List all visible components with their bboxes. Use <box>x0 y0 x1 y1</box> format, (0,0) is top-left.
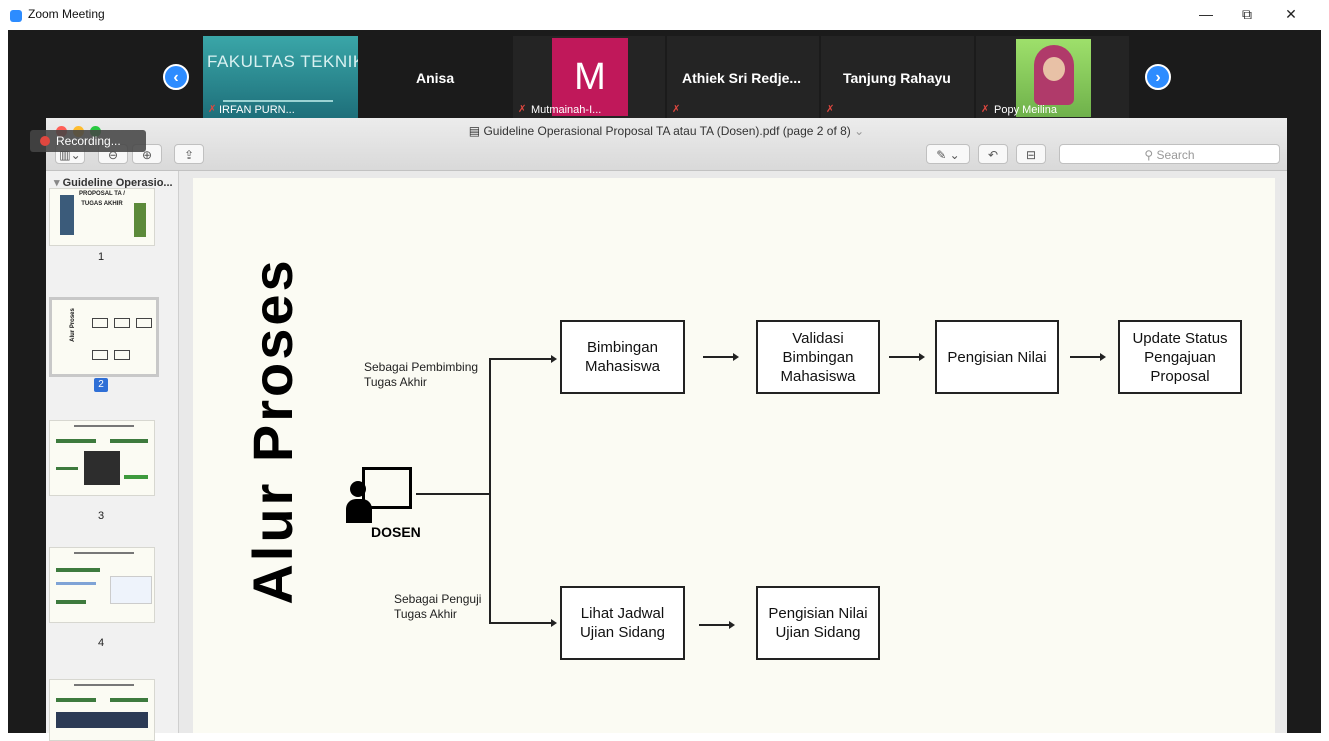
thumb-box <box>92 350 108 360</box>
branch-label-top: Sebagai Pembimbing Tugas Akhir <box>364 360 479 389</box>
page-thumbnail-2[interactable]: Alur Proses <box>49 297 159 377</box>
participant-name: Anisa <box>416 70 455 86</box>
flow-box-lihat-jadwal: Lihat Jadwal Ujian Sidang <box>560 586 685 660</box>
arrow <box>489 619 557 627</box>
teacher-presentation-icon <box>346 465 416 525</box>
pdf-file-icon: ▤ <box>468 124 484 138</box>
participant-name: IRFAN PURN... <box>219 104 295 116</box>
thumb-screenshot <box>84 451 120 485</box>
participant-tile-irfan[interactable]: FAKULTAS TEKNIK ✗ IRFAN PURN... <box>203 36 358 118</box>
person-head <box>350 481 366 497</box>
recording-dot-icon <box>40 136 50 146</box>
participant-name: Popy Meilina <box>994 104 1057 116</box>
recording-indicator[interactable]: Recording... <box>30 130 146 152</box>
thumb-item <box>56 582 96 585</box>
flow-box-update-status: Update Status Pengajuan Proposal <box>1118 320 1242 394</box>
minimize-button[interactable]: — <box>1195 4 1217 24</box>
page-number-2-selected: 2 <box>94 378 108 392</box>
thumb-box <box>114 350 130 360</box>
search-field[interactable]: ⚲ Search <box>1059 144 1280 164</box>
flow-box-validasi: Validasi Bimbingan Mahasiswa <box>756 320 880 394</box>
city-skyline-graphic <box>223 80 333 102</box>
participant-name: Tanjung Rahayu <box>843 70 951 86</box>
connector <box>416 493 491 495</box>
page-thumbnail-4[interactable] <box>49 547 155 623</box>
thumb-item <box>110 698 148 702</box>
arrow <box>489 355 557 363</box>
actor-label: DOSEN <box>371 524 421 540</box>
page-thumbnail-1[interactable]: PROPOSAL TA / TUGAS AKHIR <box>49 188 155 246</box>
participant-tile-mutmainah[interactable]: M ✗ Mutmainah-I... <box>513 36 665 118</box>
search-placeholder: Search <box>1156 148 1195 162</box>
participant-tile-tanjung[interactable]: Tanjung Rahayu ✗ <box>821 36 974 118</box>
flow-box-pengisian-nilai-ujian: Pengisian Nilai Ujian Sidang <box>756 586 880 660</box>
page-thumbnail-3[interactable] <box>49 420 155 496</box>
thumb-item <box>56 568 100 572</box>
slide-title: Alur Proses <box>241 257 304 605</box>
mic-muted-icon: ✗ <box>518 104 527 115</box>
mic-muted-icon: ✗ <box>826 104 835 115</box>
thumb-heading <box>74 684 134 686</box>
participant-tile-athiek[interactable]: Athiek Sri Redje... ✗ <box>667 36 819 118</box>
markup-pen-icon[interactable]: ✎ ⌄ <box>926 144 970 164</box>
arrow <box>1070 353 1106 361</box>
arrow <box>703 353 739 361</box>
document-title: ▤ Guideline Operasional Proposal TA atau… <box>468 124 865 138</box>
mic-muted-icon: ✗ <box>981 104 990 115</box>
arrow <box>699 621 735 629</box>
toolbox-icon[interactable]: ⊟ <box>1016 144 1046 164</box>
next-participants-button[interactable]: › <box>1145 64 1171 90</box>
branch-label-bottom: Sebagai Penguji Tugas Akhir <box>394 592 482 621</box>
participant-tile-anisa[interactable]: Anisa <box>360 36 510 118</box>
window-title: Zoom Meeting <box>28 7 105 21</box>
share-icon[interactable]: ⇪ <box>174 144 204 164</box>
page-number-1: 1 <box>97 251 105 263</box>
document-title-text: Guideline Operasional Proposal TA atau T… <box>483 124 851 138</box>
participant-tile-popy[interactable]: ✗ Popy Meilina <box>976 36 1129 118</box>
rotate-icon[interactable]: ↶ <box>978 144 1008 164</box>
thumbnail-sidebar: ▾ Guideline Operasio... PROPOSAL TA / TU… <box>46 171 179 741</box>
thumb-box <box>114 318 130 328</box>
recording-label: Recording... <box>56 134 121 148</box>
flow-box-bimbingan: Bimbingan Mahasiswa <box>560 320 685 394</box>
arrow <box>889 353 925 361</box>
thumb-item <box>124 475 148 479</box>
person-face <box>1043 57 1065 81</box>
search-icon: ⚲ <box>1144 148 1157 162</box>
page-thumbnail-5[interactable] <box>49 679 155 741</box>
page-number-4: 4 <box>97 637 105 649</box>
thumb-screenshot <box>110 576 152 604</box>
thumb-plant-right <box>134 203 146 237</box>
prev-participants-button[interactable]: ‹ <box>163 64 189 90</box>
window-title-bar: Zoom Meeting — ⧉ ✕ <box>0 0 1329 30</box>
thumb-screenshot <box>56 712 148 728</box>
flow-box-pengisian-nilai: Pengisian Nilai <box>935 320 1059 394</box>
banner-text: FAKULTAS TEKNIK <box>207 52 358 71</box>
thumb-item <box>56 467 78 470</box>
preview-toolbar: ▤ Guideline Operasional Proposal TA atau… <box>46 118 1287 171</box>
person-body <box>346 499 372 523</box>
close-button[interactable]: ✕ <box>1280 4 1302 24</box>
thumb-box <box>136 318 152 328</box>
mic-muted-icon: ✗ <box>672 104 681 115</box>
mic-muted-icon: ✗ <box>208 104 217 115</box>
thumb-figure-left <box>60 195 74 235</box>
connector <box>489 358 491 624</box>
zoom-app-icon <box>10 10 22 22</box>
thumb-item <box>110 439 148 443</box>
thumb-heading <box>74 425 134 427</box>
restore-button[interactable]: ⧉ <box>1236 4 1258 24</box>
thumb-item <box>56 600 86 604</box>
participant-name: Athiek Sri Redje... <box>682 70 802 86</box>
page-number-3: 3 <box>97 510 105 522</box>
participant-name: Mutmainah-I... <box>531 104 602 116</box>
thumb-box <box>92 318 108 328</box>
document-page: Alur Proses DOSEN Sebagai Pembimbing Tug… <box>193 178 1275 733</box>
thumb-heading <box>74 552 134 554</box>
preview-window: ▤ Guideline Operasional Proposal TA atau… <box>46 118 1287 741</box>
thumb-item <box>56 698 96 702</box>
thumb-item <box>56 439 96 443</box>
thumb-title: Alur Proses <box>69 308 76 342</box>
